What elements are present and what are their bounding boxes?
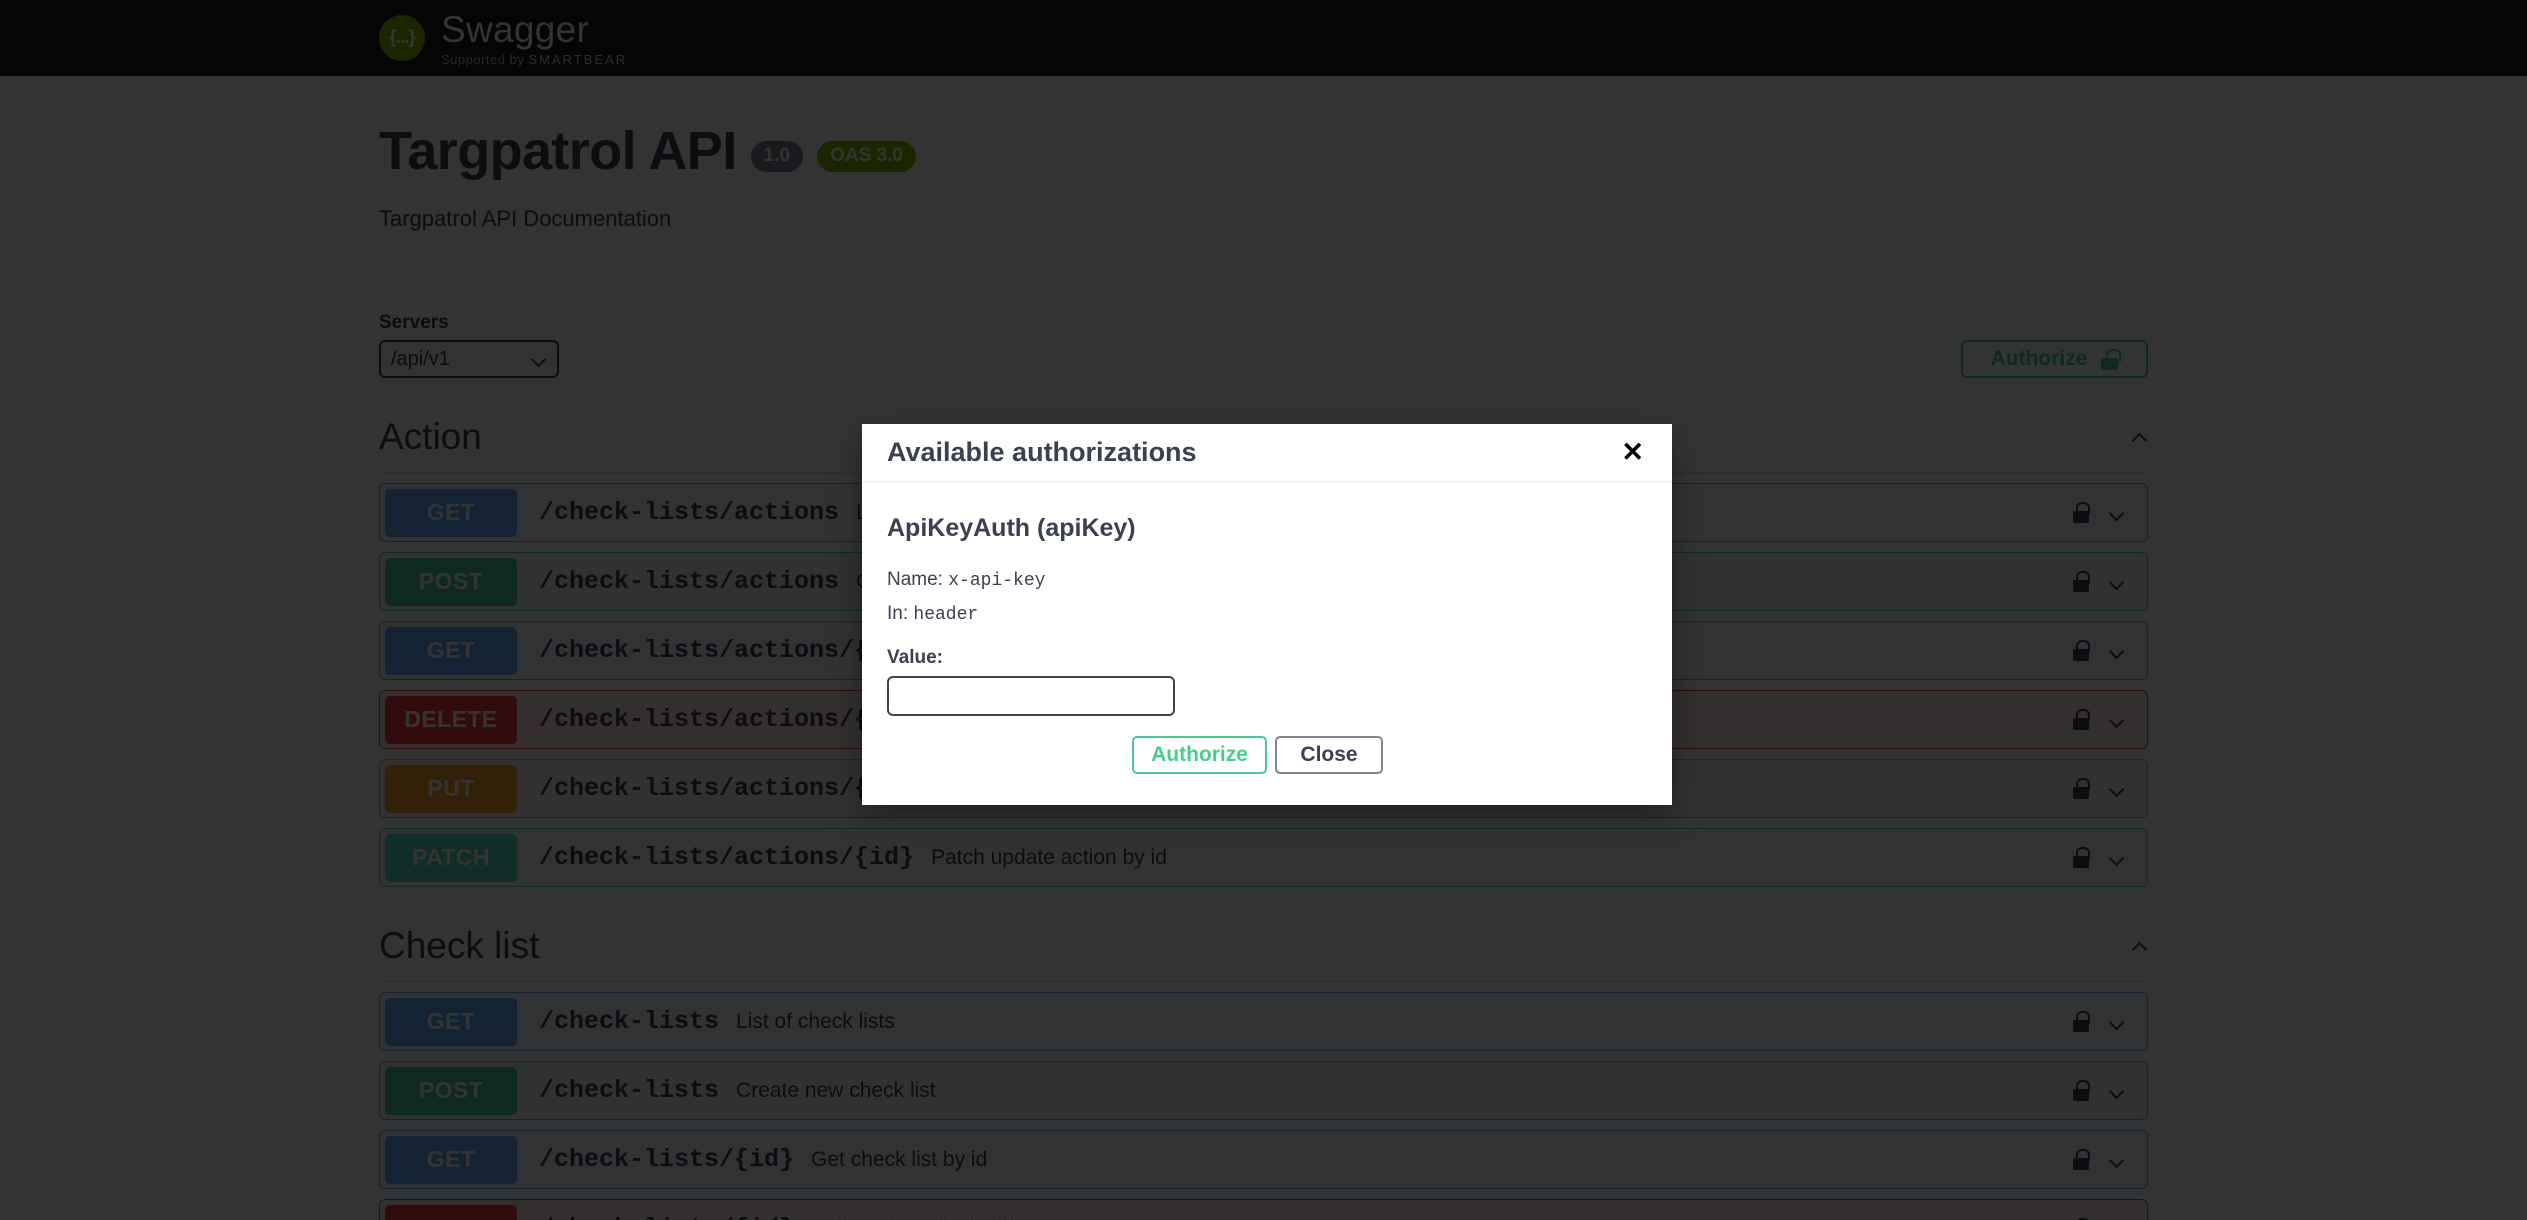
available-authorizations-modal: Available authorizations ✕ ApiKeyAuth (a… (862, 424, 1672, 805)
modal-close-button[interactable]: Close (1275, 736, 1383, 774)
modal-actions: Authorize Close (887, 736, 1647, 774)
modal-authorize-button[interactable]: Authorize (1132, 736, 1267, 774)
modal-body: ApiKeyAuth (apiKey) Name: x-api-key In: … (862, 482, 1672, 774)
auth-scheme-name-label: Name: (887, 569, 943, 590)
api-key-input[interactable] (887, 676, 1175, 716)
auth-scheme-in-value: header (913, 605, 978, 625)
auth-scheme-in-label: In: (887, 603, 908, 624)
auth-scheme-in-row: In: header (887, 603, 1647, 625)
modal-title: Available authorizations (887, 437, 1197, 468)
api-key-value-label: Value: (887, 647, 1647, 669)
auth-scheme-name-row: Name: x-api-key (887, 569, 1647, 591)
auth-scheme-title: ApiKeyAuth (apiKey) (887, 514, 1647, 543)
auth-scheme-name-value: x-api-key (948, 571, 1045, 591)
close-icon[interactable]: ✕ (1615, 437, 1650, 468)
modal-header: Available authorizations ✕ (862, 424, 1672, 482)
